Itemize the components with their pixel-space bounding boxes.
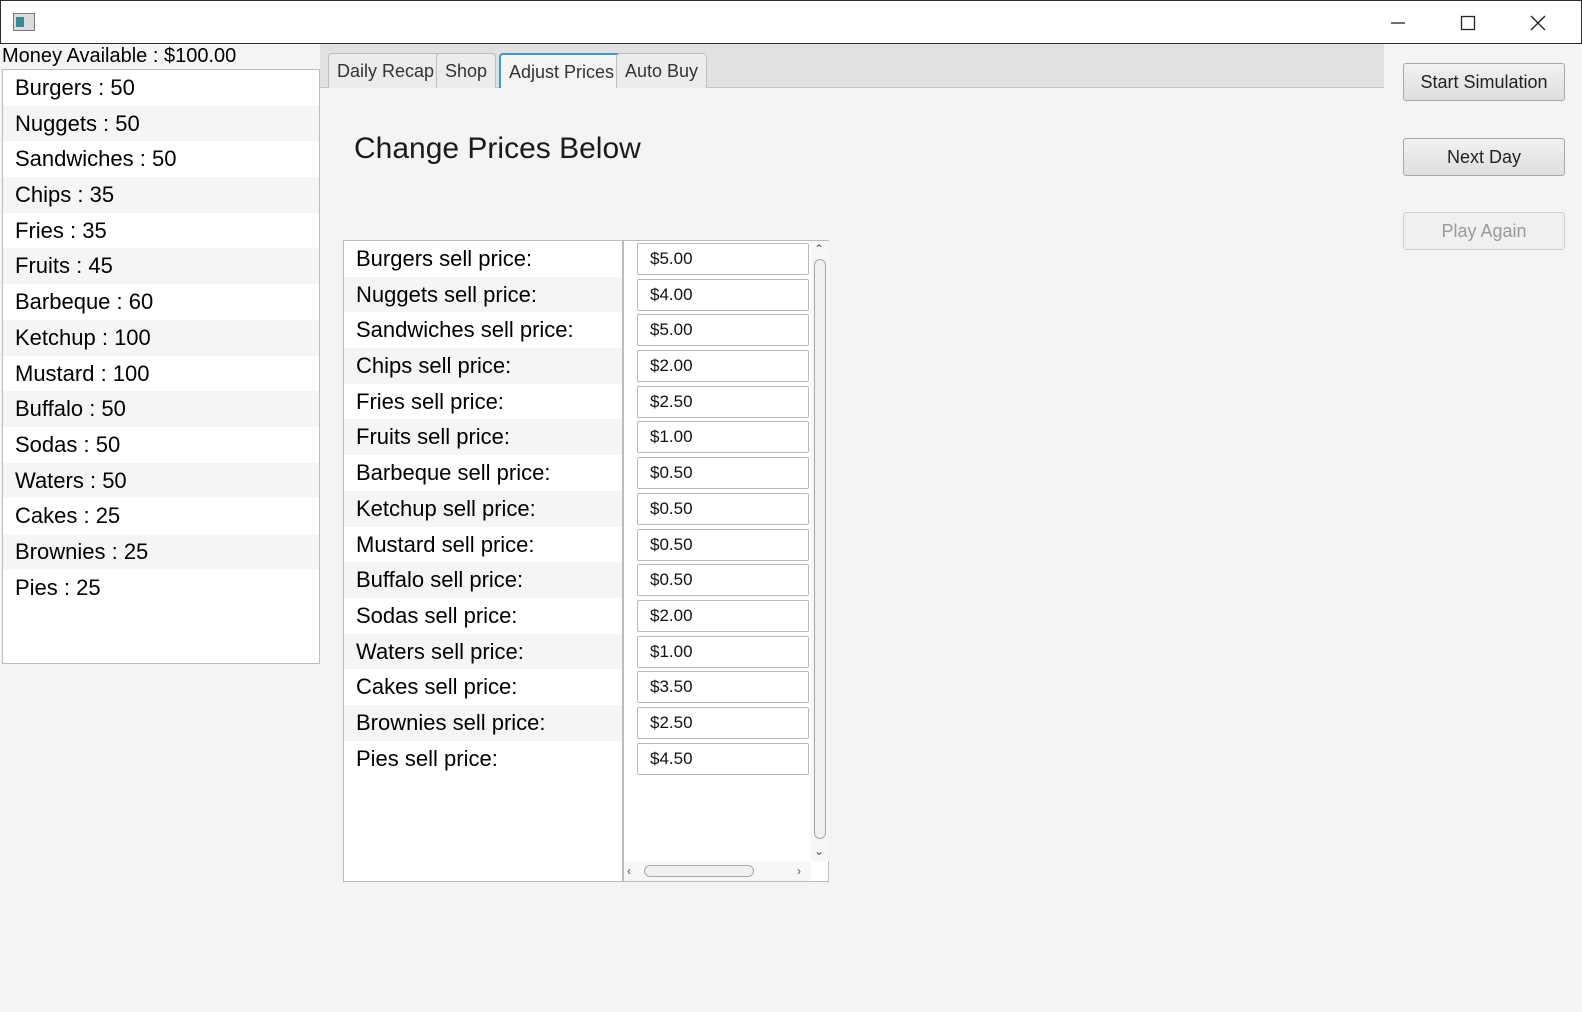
price-label: Chips sell price: [344, 348, 622, 384]
inventory-item[interactable]: Burgers : 50 [3, 70, 319, 106]
horizontal-scrollbar[interactable]: ‹ › [624, 861, 811, 881]
price-row [624, 669, 828, 705]
price-label: Burgers sell price: [356, 246, 533, 271]
tab-shop[interactable]: Shop [436, 53, 497, 88]
price-row [624, 527, 828, 563]
inventory-item[interactable]: Fruits : 45 [3, 248, 319, 285]
price-label: Sodas sell price: [356, 602, 518, 628]
price-row [624, 562, 828, 598]
inventory-item[interactable]: Ketchup : 100 [3, 319, 319, 356]
inventory-item[interactable]: Brownies : 25 [3, 533, 319, 570]
price-row [624, 634, 828, 670]
price-label: Mustard sell price: [356, 531, 535, 557]
price-input[interactable] [637, 635, 809, 668]
price-row [624, 741, 828, 777]
close-icon[interactable] [1503, 1, 1573, 45]
next-day-button[interactable]: Next Day [1403, 138, 1565, 176]
price-row [624, 384, 828, 420]
price-input[interactable] [637, 243, 809, 275]
price-input[interactable] [637, 706, 809, 739]
price-row [624, 312, 828, 348]
price-label: Buffalo sell price: [344, 562, 622, 598]
price-row [624, 455, 828, 491]
price-input[interactable] [637, 457, 809, 490]
price-row [624, 705, 828, 741]
horizontal-scroll-thumb[interactable] [644, 865, 754, 877]
price-row [624, 419, 828, 455]
inventory-item[interactable]: Buffalo : 50 [3, 391, 319, 427]
scroll-left-icon[interactable]: ‹ [627, 865, 631, 877]
inventory-item[interactable]: Chips : 35 [3, 177, 319, 213]
tab-daily-recap[interactable]: Daily Recap [328, 53, 444, 88]
price-label: Ketchup sell price: [344, 490, 622, 527]
inventory-item[interactable]: Waters : 50 [3, 462, 319, 499]
scroll-up-icon[interactable]: ⌃ [814, 243, 824, 255]
app-icon [13, 13, 35, 31]
price-input[interactable] [637, 528, 809, 561]
vertical-scrollbar[interactable]: ⌃ ⌄ [811, 241, 829, 861]
price-row [624, 348, 828, 384]
price-input[interactable] [637, 599, 809, 632]
inventory-item[interactable]: Sodas : 50 [3, 427, 319, 463]
scroll-right-icon[interactable]: › [797, 865, 801, 877]
price-input[interactable] [637, 314, 809, 347]
price-input[interactable] [637, 278, 809, 311]
price-input[interactable] [637, 385, 809, 418]
title-bar [0, 0, 1582, 44]
price-row [624, 241, 828, 277]
price-row [624, 598, 828, 634]
price-fields-pane[interactable]: ⌃ ⌄ ‹ › [623, 240, 829, 882]
inventory-item[interactable]: Nuggets : 50 [3, 105, 319, 142]
price-input[interactable] [637, 671, 809, 704]
play-again-button[interactable]: Play Again [1403, 212, 1565, 250]
price-input[interactable] [637, 742, 809, 775]
price-label: Sandwiches sell price: [356, 317, 574, 343]
inventory-list[interactable]: Burgers : 50 Nuggets : 50 Sandwiches : 50 C… [2, 69, 320, 664]
price-labels-list[interactable]: Burgers sell price: Nuggets sell price: Sa… [343, 240, 623, 882]
money-available-label: Money Available : $100.00 [2, 45, 237, 67]
page-title: Change Prices Below [354, 132, 641, 165]
inventory-item[interactable]: Sandwiches : 50 [3, 141, 319, 177]
price-label: Barbeque sell price: [356, 460, 551, 486]
price-input[interactable] [637, 492, 809, 525]
maximize-icon[interactable] [1433, 1, 1503, 45]
tab-bar: Daily Recap Shop Adjust Prices Auto Buy [320, 44, 1384, 88]
price-input[interactable] [637, 564, 809, 597]
scroll-down-icon[interactable]: ⌄ [814, 845, 824, 857]
price-label: Cakes sell price: [356, 674, 518, 700]
inventory-item[interactable]: Cakes : 25 [3, 498, 319, 534]
price-input[interactable] [637, 350, 809, 383]
start-simulation-button[interactable]: Start Simulation [1403, 63, 1565, 101]
inventory-item[interactable]: Barbeque : 60 [3, 284, 319, 320]
inventory-item[interactable]: Fries : 35 [3, 213, 319, 249]
vertical-scroll-thumb[interactable] [814, 259, 826, 839]
price-label: Nuggets sell price: [344, 276, 622, 313]
price-label: Fruits sell price: [344, 419, 622, 456]
inventory-item[interactable]: Mustard : 100 [3, 356, 319, 392]
price-row [624, 491, 828, 527]
price-row [624, 277, 828, 313]
price-input[interactable] [637, 421, 809, 454]
inventory-item[interactable]: Pies : 25 [3, 570, 319, 606]
price-label: Waters sell price: [344, 633, 622, 670]
minimize-icon[interactable] [1363, 1, 1433, 45]
price-label: Brownies sell price: [344, 704, 622, 741]
tab-adjust-prices[interactable]: Adjust Prices [499, 53, 625, 88]
price-label: Pies sell price: [356, 745, 498, 771]
tab-auto-buy[interactable]: Auto Buy [616, 53, 708, 88]
price-label: Fries sell price: [356, 388, 504, 414]
